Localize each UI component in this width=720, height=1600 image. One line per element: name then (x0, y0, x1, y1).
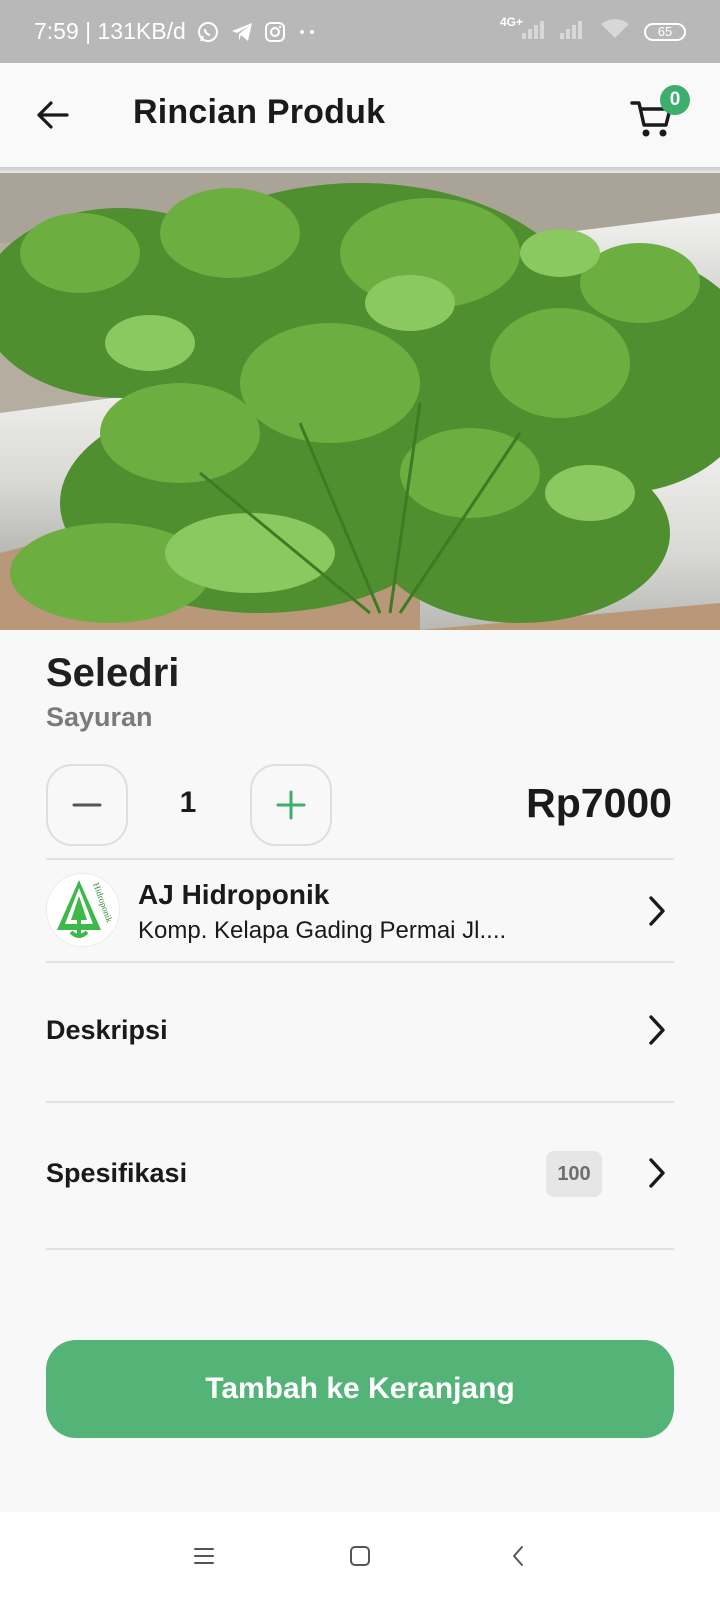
status-right: 4G+ 65 (500, 15, 686, 46)
specification-row[interactable]: Spesifikasi 100 (46, 1128, 674, 1218)
cart-button[interactable]: 0 (630, 85, 690, 141)
description-row[interactable]: Deskripsi (46, 985, 674, 1075)
menu-icon (194, 1548, 214, 1564)
chevron-right-icon (642, 893, 672, 929)
chevron-right-icon (642, 1012, 672, 1048)
telegram-icon (230, 21, 254, 43)
add-to-cart-button[interactable]: Tambah ke Keranjang (46, 1340, 674, 1438)
divider (46, 1101, 674, 1103)
product-price: Rp7000 (526, 780, 672, 826)
product-name: Seledri (46, 651, 180, 695)
store-name: AJ Hidroponik (138, 879, 330, 910)
wifi-icon (600, 18, 630, 45)
battery-icon: 65 (644, 22, 686, 41)
system-back-button[interactable] (496, 1534, 540, 1578)
cart-count-badge: 0 (660, 85, 690, 115)
product-image (0, 173, 720, 630)
menu-button[interactable] (182, 1534, 226, 1578)
instagram-icon (264, 21, 286, 43)
quantity-value: 1 (179, 786, 197, 819)
signal-icon-2 (558, 17, 586, 46)
store-row[interactable]: Hidroponik AJ Hidroponik Komp. Kelapa Ga… (46, 861, 674, 961)
whatsapp-icon (196, 20, 220, 44)
store-logo-graphic: Hidroponik (57, 880, 115, 938)
divider (46, 961, 674, 963)
decrease-quantity-button[interactable] (46, 764, 128, 846)
arrow-left-icon (37, 101, 69, 129)
plus-icon (276, 790, 306, 820)
status-left: 7:59 | 131KB/d (34, 18, 318, 45)
signal-icon: 4G+ (500, 15, 544, 46)
celery-photo (0, 173, 720, 630)
more-dots-icon (296, 27, 318, 37)
system-nav-bar (0, 1512, 720, 1600)
status-bar: 7:59 | 131KB/d 4G+ 65 (0, 0, 720, 63)
stock-badge: 100 (546, 1151, 602, 1197)
divider (46, 858, 674, 860)
store-logo: Hidroponik (46, 873, 120, 947)
status-time-speed: 7:59 | 131KB/d (34, 18, 186, 44)
home-button[interactable] (338, 1534, 382, 1578)
page-title: Rincian Produk (133, 93, 386, 131)
increase-quantity-button[interactable] (250, 764, 332, 846)
app-bar: Rincian Produk 0 (0, 63, 720, 167)
specification-label: Spesifikasi (46, 1158, 188, 1188)
minus-icon (72, 803, 102, 807)
store-address: Komp. Kelapa Gading Permai Jl.... (138, 917, 507, 944)
chevron-left-icon (513, 1546, 523, 1566)
back-button[interactable] (30, 93, 74, 137)
description-label: Deskripsi (46, 1015, 168, 1045)
battery-level: 65 (657, 23, 673, 39)
chevron-right-icon (642, 1155, 672, 1191)
product-category: Sayuran (46, 702, 153, 732)
home-square-icon (350, 1546, 370, 1566)
divider (46, 1248, 674, 1250)
network-type: 4G+ (500, 15, 524, 29)
